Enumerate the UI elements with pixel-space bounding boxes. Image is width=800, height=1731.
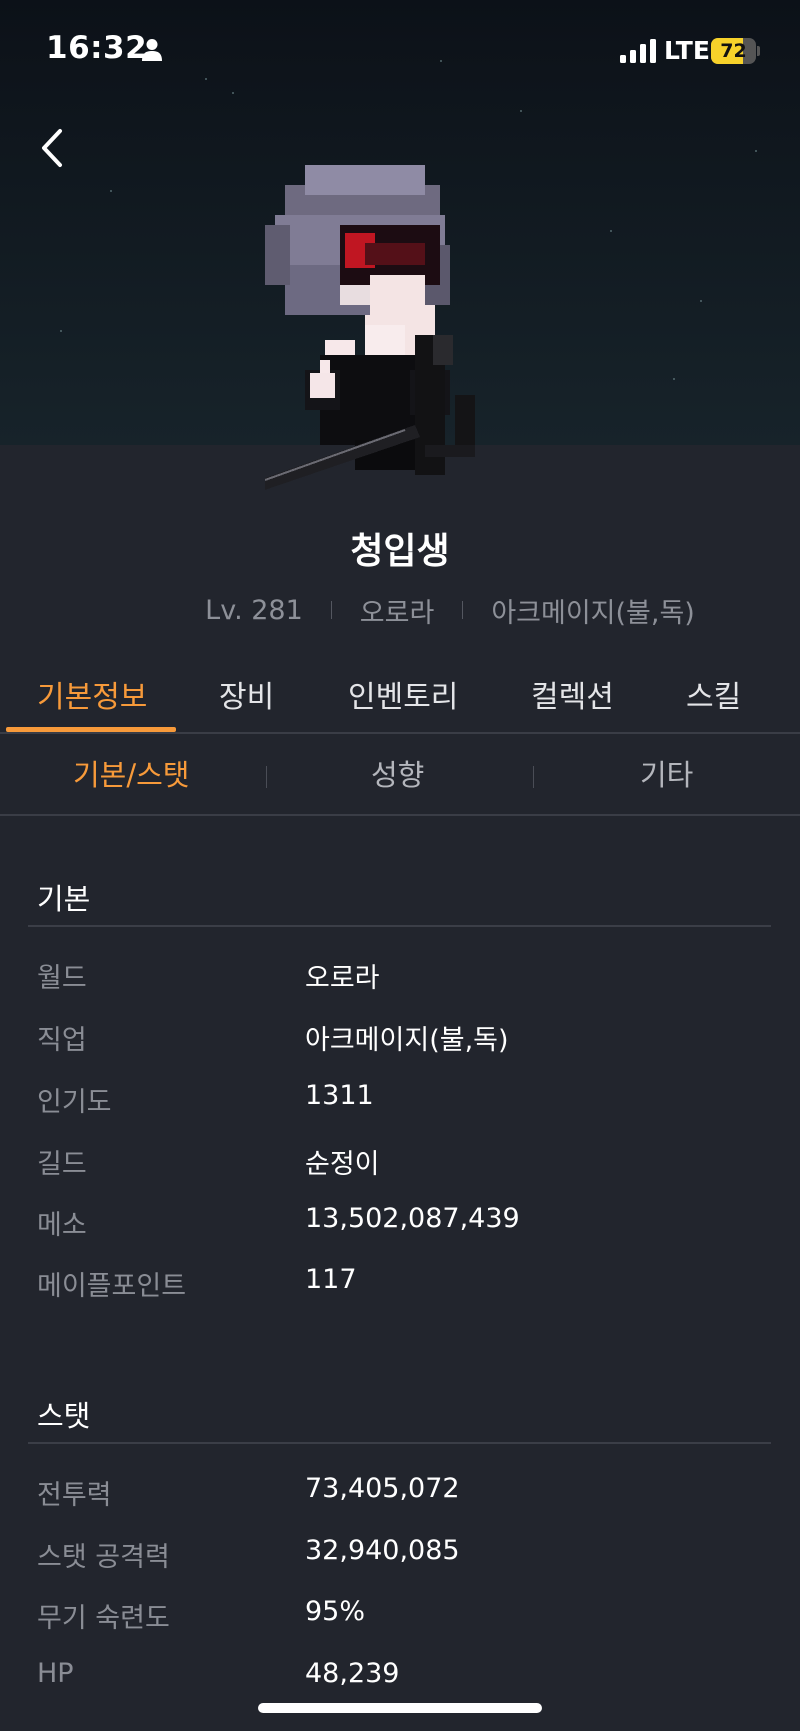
tab-equipment[interactable]: 장비 <box>219 672 274 716</box>
row-value: 73,405,072 <box>305 1473 460 1504</box>
section-title-stat: 스탯 <box>37 1399 91 1433</box>
active-tab-indicator <box>6 727 176 732</box>
row-value: 13,502,087,439 <box>305 1203 520 1234</box>
person-icon <box>142 39 162 61</box>
cellular-signal-icon <box>620 39 656 63</box>
subtab-etc[interactable]: 기타 <box>640 752 693 794</box>
star-decoration <box>60 330 62 332</box>
divider <box>330 601 332 619</box>
divider <box>533 766 534 788</box>
star-decoration <box>673 378 675 380</box>
divider <box>462 601 464 619</box>
home-indicator[interactable] <box>258 1703 542 1713</box>
row-label: 전투력 <box>37 1480 112 1511</box>
row-value: 1311 <box>305 1080 374 1111</box>
row-value: 32,940,085 <box>305 1535 460 1566</box>
battery-icon: 72 <box>711 38 760 64</box>
star-decoration <box>520 110 522 112</box>
row-value: 순정이 <box>305 1149 380 1180</box>
section-divider <box>28 1442 771 1444</box>
row-label: 월드 <box>37 963 87 994</box>
section-divider <box>28 925 771 927</box>
status-bar: 16:32 LTE 72 <box>0 0 800 100</box>
tab-collection[interactable]: 컬렉션 <box>531 672 614 716</box>
section-title-basic: 기본 <box>37 882 91 916</box>
tab-inventory[interactable]: 인벤토리 <box>348 672 458 716</box>
character-avatar <box>265 165 475 490</box>
row-value: 48,239 <box>305 1658 400 1689</box>
row-label: 인기도 <box>37 1087 112 1118</box>
character-job: 아크메이지(불,독) <box>491 597 695 629</box>
row-label: 스탯 공격력 <box>37 1542 170 1573</box>
row-label: 직업 <box>37 1025 87 1056</box>
row-label: 메소 <box>37 1210 87 1241</box>
battery-percent: 72 <box>720 40 747 62</box>
star-decoration <box>700 300 702 302</box>
character-level: Lv. 281 <box>205 594 303 626</box>
row-value: 117 <box>305 1264 357 1295</box>
tab-skill[interactable]: 스킬 <box>686 672 741 716</box>
network-type: LTE <box>664 36 710 65</box>
star-decoration <box>110 190 112 192</box>
row-label: 길드 <box>37 1149 87 1180</box>
row-label: HP <box>37 1658 74 1689</box>
divider <box>266 766 267 788</box>
star-decoration <box>610 230 612 232</box>
row-value: 95% <box>305 1596 366 1627</box>
tab-basic-info[interactable]: 기본정보 <box>37 672 147 716</box>
subtab-tendency[interactable]: 성향 <box>371 752 424 794</box>
row-label: 무기 숙련도 <box>37 1603 170 1634</box>
status-time: 16:32 <box>46 30 148 66</box>
character-world: 오로라 <box>359 597 435 629</box>
row-value: 오로라 <box>305 963 380 994</box>
sub-tabs: 기본/스탯 성향 기타 <box>0 734 800 816</box>
back-chevron-icon[interactable] <box>30 120 80 176</box>
character-summary: Lv. 281 오로라 아크메이지(불,독) <box>190 590 710 630</box>
detail-content: 기본 월드 오로라 직업 아크메이지(불,독) 인기도 1311 길드 순정이 … <box>0 816 800 1731</box>
subtab-basic-stat[interactable]: 기본/스탯 <box>73 752 190 794</box>
character-name: 청입생 <box>350 531 450 572</box>
row-label: 메이플포인트 <box>37 1271 187 1302</box>
star-decoration <box>755 150 757 152</box>
main-tabs: 기본정보 장비 인벤토리 컬렉션 스킬 <box>0 660 800 734</box>
row-value: 아크메이지(불,독) <box>305 1025 509 1056</box>
